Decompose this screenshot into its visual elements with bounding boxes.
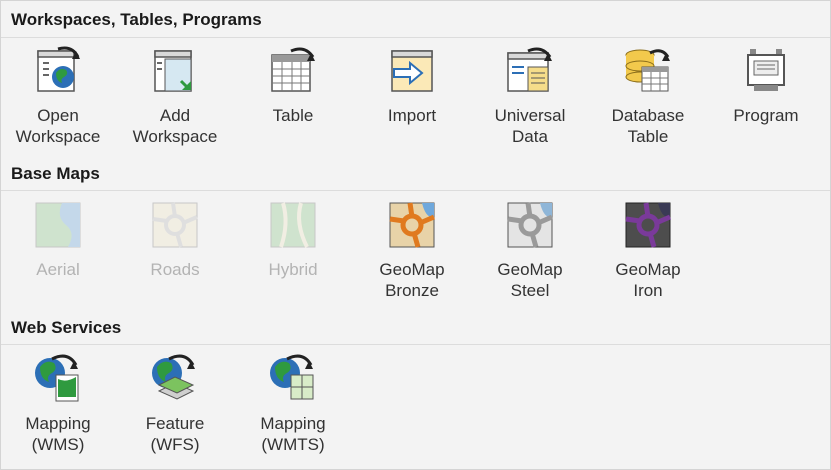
section-title-webservices: Web Services: [11, 318, 122, 337]
mapping-wms-button[interactable]: Mapping (WMS): [0, 353, 117, 455]
feature-wfs-label: Feature (WFS): [145, 414, 205, 454]
database-table-icon: [625, 49, 670, 92]
hybrid-map-icon: [270, 202, 316, 248]
mapping-wmts-icon: [270, 354, 314, 400]
hybrid-label: Hybrid: [268, 260, 318, 279]
aerial-label: Aerial: [36, 260, 80, 279]
geomap-iron-label: GeoMap Iron: [615, 260, 681, 300]
geomap-steel-label: GeoMap Steel: [497, 260, 563, 300]
geomap-bronze-label: GeoMap Bronze: [379, 260, 445, 300]
geomap-bronze-icon: [389, 202, 435, 248]
geomap-bronze-button[interactable]: GeoMap Bronze: [353, 199, 471, 301]
section-divider: [1, 190, 830, 191]
import-button[interactable]: Import: [353, 45, 471, 126]
open-workspace-button[interactable]: Open Workspace: [0, 45, 117, 147]
aerial-button[interactable]: Aerial: [0, 199, 117, 280]
feature-wfs-icon: [152, 354, 195, 400]
section-title-workspaces: Workspaces, Tables, Programs: [11, 10, 262, 29]
section-title-basemaps: Base Maps: [11, 164, 100, 183]
geomap-iron-button[interactable]: GeoMap Iron: [589, 199, 707, 301]
gallery-panel: Workspaces, Tables, Programs Open Worksp…: [0, 0, 831, 470]
geomap-steel-icon: [507, 202, 553, 248]
import-icon: [391, 50, 433, 92]
program-label: Program: [733, 106, 799, 125]
roads-button[interactable]: Roads: [116, 199, 234, 280]
import-label: Import: [387, 106, 437, 125]
mapping-wmts-label: Mapping (WMTS): [260, 414, 326, 454]
table-label: Table: [272, 106, 314, 125]
open-workspace-icon: [37, 46, 80, 92]
hybrid-button[interactable]: Hybrid: [234, 199, 352, 280]
section-divider: [1, 37, 830, 38]
mapping-wms-label: Mapping (WMS): [25, 414, 91, 454]
section-divider: [1, 344, 830, 345]
aerial-map-icon: [35, 202, 81, 248]
universal-data-button[interactable]: Universal Data: [471, 45, 589, 147]
universal-data-icon: [507, 47, 552, 92]
feature-wfs-button[interactable]: Feature (WFS): [116, 353, 234, 455]
roads-label: Roads: [150, 260, 200, 279]
geomap-iron-icon: [625, 202, 671, 248]
mapping-wmts-button[interactable]: Mapping (WMTS): [234, 353, 352, 455]
table-icon: [271, 47, 315, 92]
roads-map-icon: [152, 202, 198, 248]
geomap-steel-button[interactable]: GeoMap Steel: [471, 199, 589, 301]
open-workspace-label: Open Workspace: [15, 106, 101, 146]
add-workspace-label: Add Workspace: [132, 106, 218, 146]
database-table-label: Database Table: [611, 106, 685, 146]
database-table-button[interactable]: Database Table: [589, 45, 707, 147]
table-button[interactable]: Table: [234, 45, 352, 126]
mapping-wms-icon: [35, 354, 79, 402]
program-button[interactable]: Program: [707, 45, 825, 126]
universal-data-label: Universal Data: [494, 106, 566, 146]
program-icon: [747, 49, 785, 91]
add-workspace-icon: [154, 50, 192, 92]
add-workspace-button[interactable]: Add Workspace: [116, 45, 234, 147]
